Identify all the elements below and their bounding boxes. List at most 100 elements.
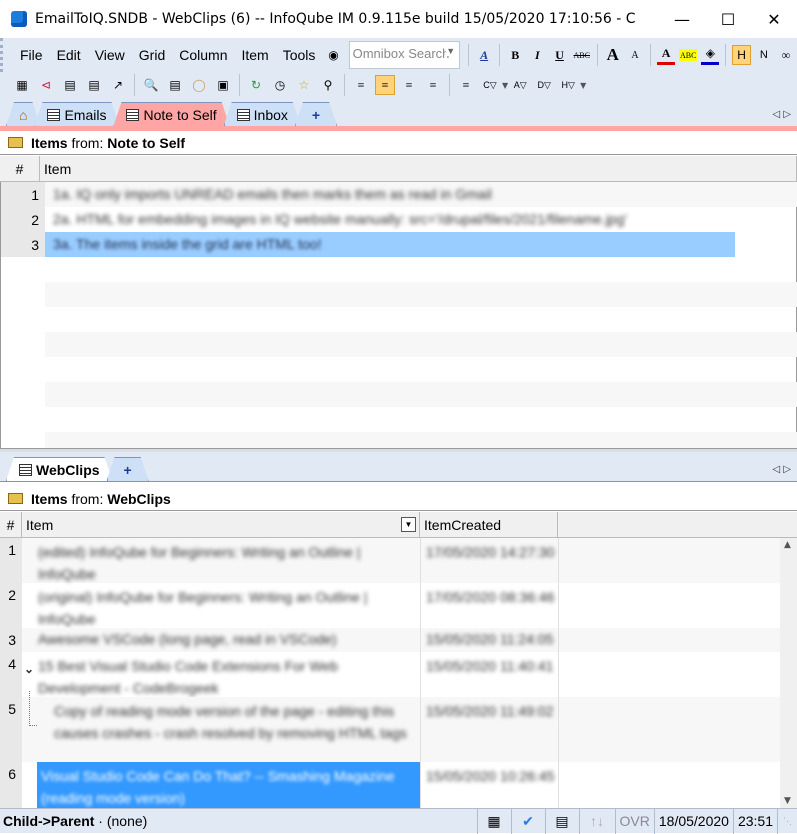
- table-row[interactable]: 4 ⌄ 15 Best Visual Studio Code Extensions …: [0, 652, 780, 697]
- sheet-icon[interactable]: ▤: [544, 808, 579, 834]
- menu-grid[interactable]: Grid: [139, 47, 165, 63]
- promote-icon[interactable]: ≡: [375, 75, 395, 95]
- item-cell[interactable]: Awesome VSCode (long page, read in VSCod…: [34, 628, 420, 652]
- menu-column[interactable]: Column: [179, 47, 227, 63]
- created-cell[interactable]: 17/05/2020 08:36:46: [422, 583, 558, 628]
- column-header-number[interactable]: #: [0, 512, 22, 538]
- tab-scroll-arrows[interactable]: ◁ ▷: [772, 109, 791, 120]
- table-row[interactable]: 3 Awesome VSCode (long page, read in VSCo…: [0, 628, 780, 652]
- table-row[interactable]: 5 Copy of reading mode version of the pag…: [0, 691, 780, 762]
- n-button[interactable]: N: [755, 45, 773, 65]
- close-button[interactable]: ✕: [751, 0, 797, 38]
- fill-color-icon[interactable]: ◈: [701, 45, 720, 65]
- item-cell[interactable]: 1a. IQ only imports UNREAD emails then m…: [49, 182, 738, 207]
- scroll-down-icon[interactable]: ▼: [784, 796, 791, 806]
- menu-item[interactable]: Item: [241, 47, 268, 63]
- column-header-item[interactable]: Item ▼: [22, 512, 420, 538]
- created-cell[interactable]: 17/05/2020 14:27:30: [422, 538, 558, 583]
- item-cell[interactable]: (original) InfoQube for Beginners: Writi…: [34, 583, 420, 628]
- shrink-font-button[interactable]: A: [626, 45, 644, 65]
- export-icon[interactable]: ↗: [108, 75, 128, 95]
- tab-home[interactable]: ⌂: [6, 102, 40, 126]
- tab-scroll-arrows[interactable]: ◁ ▷: [772, 464, 791, 475]
- column-header-item[interactable]: Item: [40, 156, 797, 182]
- calendar-icon[interactable]: ▦: [476, 808, 511, 834]
- add-tab-button[interactable]: +: [295, 102, 337, 126]
- grid-icon: [237, 109, 250, 121]
- item-cell[interactable]: Copy of reading mode version of the page…: [50, 697, 420, 762]
- italic-button[interactable]: I: [528, 45, 546, 65]
- created-cell[interactable]: 15/05/2020 10:26:45: [422, 762, 558, 808]
- h-button[interactable]: H: [732, 45, 751, 65]
- chevron-down-icon[interactable]: ▼: [502, 81, 508, 90]
- hierarchy-icon[interactable]: ⊲: [36, 75, 56, 95]
- item-cell[interactable]: 3a. The items inside the grid are HTML t…: [49, 232, 735, 257]
- created-cell[interactable]: 15/05/2020 11:49:02: [422, 697, 558, 762]
- filter-a-icon[interactable]: A ▽: [510, 75, 530, 95]
- menu-file[interactable]: File: [20, 47, 43, 63]
- calendar-icon[interactable]: ▦: [12, 75, 32, 95]
- menu-view[interactable]: View: [95, 47, 125, 63]
- column-header-itemcreated[interactable]: ItemCreated: [420, 512, 558, 538]
- vertical-scrollbar[interactable]: ▲ ▼: [780, 538, 797, 808]
- underline-button[interactable]: U: [550, 45, 568, 65]
- grow-font-button[interactable]: A: [604, 45, 622, 65]
- sort-down-icon[interactable]: ≡: [456, 75, 476, 95]
- sort-icon[interactable]: ≡: [399, 75, 419, 95]
- item-cell[interactable]: Visual Studio Code Can Do That? -- Smash…: [37, 762, 420, 808]
- font-style-icon[interactable]: A: [475, 45, 493, 65]
- tab-note-to-self[interactable]: Note to Self: [113, 102, 229, 126]
- tab-webclips[interactable]: WebClips: [6, 457, 113, 481]
- table-row[interactable]: 2 (original) InfoQube for Beginners: Writ…: [0, 583, 780, 628]
- up-down-arrows-icon[interactable]: ↑↓: [578, 808, 615, 834]
- star-icon[interactable]: ☆: [294, 75, 314, 95]
- clock-icon[interactable]: ◷: [270, 75, 290, 95]
- table-row-selected[interactable]: 3 3a. The items inside the grid are HTML …: [1, 232, 797, 257]
- link-icon[interactable]: ∞: [777, 45, 795, 65]
- item-cell[interactable]: 15 Best Visual Studio Code Extensions Fo…: [34, 652, 420, 697]
- tab-emails[interactable]: Emails: [34, 102, 119, 126]
- highlight-button[interactable]: ABC: [679, 49, 698, 61]
- resize-grip-icon[interactable]: ⋱: [777, 808, 797, 834]
- maximize-button[interactable]: ☐: [705, 0, 751, 38]
- omnibox-search-input[interactable]: Omnibox Search ▼: [348, 41, 461, 69]
- scroll-up-icon[interactable]: ▲: [784, 540, 791, 550]
- binoculars-icon[interactable]: ◉: [324, 45, 342, 65]
- table-row[interactable]: 2 2a. HTML for embedding images in IQ web…: [1, 207, 797, 232]
- chevron-down-icon[interactable]: ▼: [446, 46, 456, 56]
- column-header-number[interactable]: #: [0, 156, 40, 182]
- notepad-icon[interactable]: ▤: [165, 75, 185, 95]
- tab-inbox[interactable]: Inbox: [224, 102, 301, 126]
- preview-icon[interactable]: 🔍: [141, 75, 161, 95]
- filter-c-icon[interactable]: C ▽: [480, 75, 500, 95]
- item-cell[interactable]: 2a. HTML for embedding images in IQ webs…: [49, 207, 738, 232]
- divider: [650, 44, 651, 66]
- filter-d-icon[interactable]: D ▽: [534, 75, 554, 95]
- menu-tools[interactable]: Tools: [283, 47, 316, 63]
- check-circle-icon[interactable]: ✔: [510, 808, 545, 834]
- strikethrough-button[interactable]: ABC: [573, 45, 591, 65]
- search-icon[interactable]: ⚲: [318, 75, 338, 95]
- table-row[interactable]: 1 (edited) InfoQube for Beginners: Writin…: [0, 538, 780, 583]
- filter-h-icon[interactable]: H ▽: [558, 75, 578, 95]
- grid-properties-icon[interactable]: ▤: [60, 75, 80, 95]
- numbering-icon[interactable]: ≡: [423, 75, 443, 95]
- column-filter-dropdown[interactable]: ▼: [401, 517, 416, 532]
- collapse-chevron-icon[interactable]: ⌄: [24, 662, 34, 676]
- menu-edit[interactable]: Edit: [57, 47, 81, 63]
- font-color-button[interactable]: A: [656, 45, 676, 65]
- tag-icon[interactable]: ◯: [189, 75, 209, 95]
- add-tab-button[interactable]: +: [107, 457, 149, 481]
- created-cell[interactable]: 15/05/2020 11:40:41: [422, 652, 558, 697]
- bold-button[interactable]: B: [506, 45, 524, 65]
- table-row[interactable]: 1 1a. IQ only imports UNREAD emails then …: [1, 182, 797, 207]
- minimize-button[interactable]: —: [659, 0, 705, 38]
- properties-icon[interactable]: ▣: [213, 75, 233, 95]
- chevron-down-icon[interactable]: ▼: [580, 81, 586, 90]
- align-icon[interactable]: ≡: [351, 75, 371, 95]
- table-row-selected[interactable]: 6 Visual Studio Code Can Do That? -- Smas…: [0, 762, 780, 808]
- item-cell[interactable]: (edited) InfoQube for Beginners: Writing…: [34, 538, 420, 583]
- grid-clock-icon[interactable]: ▤: [84, 75, 104, 95]
- created-cell[interactable]: 15/05/2020 11:24:05: [422, 628, 558, 652]
- refresh-icon[interactable]: ↻: [246, 75, 266, 95]
